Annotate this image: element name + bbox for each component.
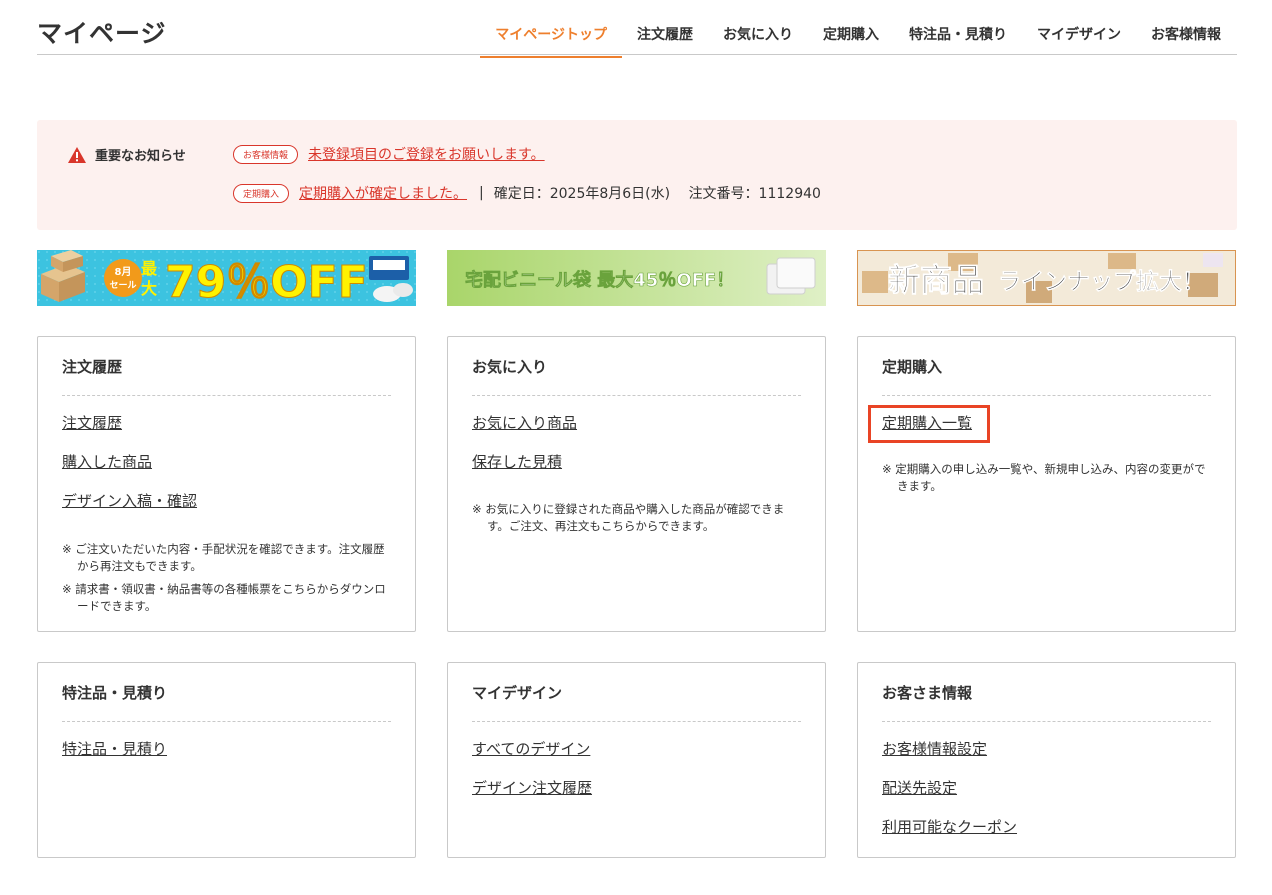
- card-notes: ※ 定期購入の申し込み一覧や、新規申し込み、内容の変更ができます。: [882, 461, 1215, 501]
- link-all-designs[interactable]: すべてのデザイン: [472, 739, 592, 759]
- banner-vinyl-art: 宅配ビニール袋 最大45％OFF！: [447, 250, 826, 306]
- link-design-order-history[interactable]: デザイン注文履歴: [472, 778, 592, 798]
- card-title: お客さま情報: [882, 684, 973, 702]
- card-my-design: マイデザイン すべてのデザイン デザイン注文履歴: [447, 662, 826, 858]
- card-divider: [62, 395, 391, 396]
- card-order-history: 注文履歴 注文履歴 購入した商品 デザイン入稿・確認 ※ ご注文いただいた内容・…: [37, 336, 416, 632]
- sale-main-text: 79％OFF: [165, 257, 368, 306]
- notice-row-subscription: 定期購入 定期購入が確定しました。 | 確定日：2025年8月6日(水) 注文番…: [233, 183, 835, 203]
- sale-prefix-2: 大: [141, 279, 157, 298]
- card-title: マイデザイン: [472, 684, 563, 702]
- main-nav: マイページトップ 注文履歴 お気に入り 定期購入 特注品・見積り マイデザイン …: [480, 24, 1236, 58]
- banner-sale-art: 8月 セール 最 大 79％OFF: [37, 250, 416, 306]
- notice-link-register[interactable]: 未登録項目のご登録をお願いします。: [308, 144, 545, 164]
- important-notice: 重要なお知らせ お客様情報 未登録項目のご登録をお願いします。 定期購入 定期購…: [37, 120, 1237, 230]
- tab-custom-quote[interactable]: 特注品・見積り: [894, 24, 1022, 56]
- banner-sale[interactable]: 8月 セール 最 大 79％OFF: [37, 250, 416, 306]
- product-icon: [369, 256, 413, 302]
- notice-heading: 重要なお知らせ: [67, 145, 186, 164]
- card-links: お気に入り商品 保存した見積: [472, 413, 577, 491]
- notice-heading-label: 重要なお知らせ: [95, 149, 186, 164]
- card-title: お気に入り: [472, 358, 548, 376]
- separator: |: [479, 185, 484, 201]
- link-saved-quotes[interactable]: 保存した見積: [472, 452, 577, 472]
- notice-row-customer: お客様情報 未登録項目のご登録をお願いします。: [233, 144, 545, 164]
- link-available-coupons[interactable]: 利用可能なクーポン: [882, 817, 1017, 837]
- banner-new-art: 新商品 ラインナップ拡大！: [858, 251, 1235, 305]
- card-links: 注文履歴 購入した商品 デザイン入稿・確認: [62, 413, 197, 530]
- card-divider: [62, 721, 391, 722]
- link-shipping-settings[interactable]: 配送先設定: [882, 778, 1017, 798]
- link-custom-quote[interactable]: 特注品・見積り: [62, 739, 167, 759]
- banner-vinyl-text: 宅配ビニール袋 最大45％OFF！: [465, 269, 734, 291]
- card-subscription: 定期購入 定期購入一覧 ※ 定期購入の申し込み一覧や、新規申し込み、内容の変更が…: [857, 336, 1236, 632]
- card-links: 定期購入一覧: [882, 413, 972, 452]
- sale-badge-line1: 8月: [115, 266, 132, 278]
- card-divider: [882, 395, 1211, 396]
- tab-my-design[interactable]: マイデザイン: [1022, 24, 1136, 56]
- banner-new-products[interactable]: 新商品 ラインナップ拡大！: [857, 250, 1236, 306]
- card-links: すべてのデザイン デザイン注文履歴: [472, 739, 592, 817]
- card-title: 特注品・見積り: [62, 684, 168, 702]
- card-favorites: お気に入り お気に入り商品 保存した見積 ※ お気に入りに登録された商品や購入し…: [447, 336, 826, 632]
- card-notes: ※ お気に入りに登録された商品や購入した商品が確認できます。ご注文、再注文もこち…: [472, 501, 805, 541]
- confirm-date: 確定日：2025年8月6日(水): [493, 186, 671, 202]
- card-title: 注文履歴: [62, 358, 123, 376]
- notice-link-subscription-confirmed[interactable]: 定期購入が確定しました。: [299, 183, 467, 203]
- notice-meta: 確定日：2025年8月6日(水) 注文番号：1112940: [494, 183, 835, 203]
- card-divider: [472, 395, 801, 396]
- page-title: マイページ: [37, 19, 167, 48]
- tab-subscription[interactable]: 定期購入: [808, 24, 894, 56]
- card-custom-quote: 特注品・見積り 特注品・見積り: [37, 662, 416, 858]
- sale-prefix-1: 最: [141, 259, 158, 278]
- note-text: ※ 請求書・領収書・納品書等の各種帳票をこちらからダウンロードできます。: [62, 582, 386, 613]
- tag-customer-info: お客様情報: [233, 144, 299, 164]
- tab-customer-info[interactable]: お客様情報: [1136, 24, 1236, 56]
- card-links: 特注品・見積り: [62, 739, 167, 778]
- link-purchased-items[interactable]: 購入した商品: [62, 452, 197, 472]
- banner-new-main: 新商品: [888, 261, 984, 299]
- note-text: ※ ご注文いただいた内容・手配状況を確認できます。注文履歴から再注文もできます。: [62, 542, 385, 573]
- tab-order-history[interactable]: 注文履歴: [622, 24, 708, 56]
- banner-new-sub: ラインナップ拡大！: [998, 269, 1205, 295]
- tab-favorites[interactable]: お気に入り: [708, 24, 808, 56]
- card-divider: [472, 721, 801, 722]
- card-customer-info: お客さま情報 お客様情報設定 配送先設定 利用可能なクーポン: [857, 662, 1236, 858]
- warning-icon: [68, 146, 86, 163]
- link-customer-settings[interactable]: お客様情報設定: [882, 739, 1017, 759]
- sale-badge: [104, 259, 142, 297]
- link-design-submission[interactable]: デザイン入稿・確認: [62, 491, 197, 511]
- card-title: 定期購入: [882, 358, 943, 376]
- header-divider: [37, 54, 1237, 55]
- link-favorite-items[interactable]: お気に入り商品: [472, 413, 577, 433]
- tag-subscription: 定期購入: [233, 183, 290, 203]
- card-links: お客様情報設定 配送先設定 利用可能なクーポン: [882, 739, 1017, 856]
- link-subscription-list[interactable]: 定期購入一覧: [882, 413, 972, 433]
- sale-badge-line2: セール: [109, 280, 136, 291]
- tab-mypage-top[interactable]: マイページトップ: [480, 24, 622, 58]
- order-number: 注文番号：1112940: [688, 186, 821, 202]
- card-divider: [882, 721, 1211, 722]
- card-notes: ※ ご注文いただいた内容・手配状況を確認できます。注文履歴から再注文もできます。…: [62, 541, 395, 621]
- note-text: ※ お気に入りに登録された商品や購入した商品が確認できます。ご注文、再注文もこち…: [472, 502, 785, 533]
- note-text: ※ 定期購入の申し込み一覧や、新規申し込み、内容の変更ができます。: [882, 462, 1206, 493]
- link-order-history[interactable]: 注文履歴: [62, 413, 197, 433]
- banner-vinyl-bag[interactable]: 宅配ビニール袋 最大45％OFF！: [447, 250, 826, 306]
